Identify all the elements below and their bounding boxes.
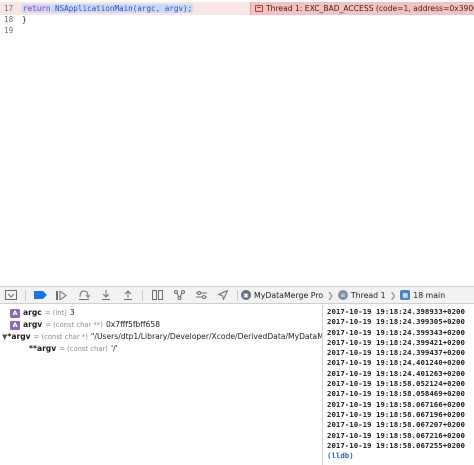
- variable-type: = (const char *): [33, 333, 88, 341]
- breadcrumb-thread[interactable]: Thread 1: [351, 291, 386, 300]
- console-line: 2017-10-19 19:18:58.058469+0200: [327, 389, 465, 399]
- chevron-right-icon: ❯: [327, 290, 334, 300]
- chevron-right-icon: ❯: [389, 290, 397, 300]
- step-over-button[interactable]: [73, 287, 95, 303]
- console-line: 2017-10-19 19:18:58.067255+0200: [327, 440, 465, 450]
- console-line: 2017-10-19 19:18:58.067166+0200: [327, 399, 465, 409]
- step-into-button[interactable]: [95, 287, 117, 303]
- console-line: 2017-10-19 19:18:24.398933+0200: [327, 307, 465, 316]
- environment-overrides-button[interactable]: [190, 287, 212, 303]
- breadcrumb: ▣ MyDataMerge Pro ❯ ≡ Thread 1 ❯ ▦ 18 ma…: [241, 287, 445, 303]
- console-line: 2017-10-19 19:18:24.399305+0200: [327, 317, 465, 327]
- simulate-location-button[interactable]: [212, 287, 234, 303]
- console-line: 2017-10-19 19:18:58.067216+0200: [327, 430, 465, 440]
- line-number: 19: [4, 26, 14, 35]
- breadcrumb-app[interactable]: MyDataMerge Pro: [254, 291, 323, 300]
- console-line: 2017-10-19 19:18:24.401263+0200: [327, 368, 465, 378]
- variable-row[interactable]: **argv = (const char) '/': [0, 343, 322, 355]
- console-line: 2017-10-19 19:18:58.052124+0200: [327, 379, 465, 389]
- hide-debug-area-icon: [5, 290, 17, 300]
- variable-row[interactable]: A argv = (const char **) 0x7fff5fbff658: [0, 319, 322, 331]
- console-line: 2017-10-19 19:18:24.401240+0200: [327, 358, 465, 368]
- console-line: 2017-10-19 19:18:24.399421+0200: [327, 337, 465, 347]
- keyword-return: return: [23, 4, 51, 13]
- divider: [25, 289, 26, 301]
- memory-graph-icon: [173, 290, 185, 300]
- step-into-icon: [102, 290, 110, 300]
- source-editor[interactable]: 17 return NSApplicationMain(argc, argv);…: [0, 0, 474, 283]
- console-line: 2017-10-19 19:18:58.067196+0200: [327, 409, 465, 419]
- variable-row[interactable]: ▼ *argv = (const char *) "/Users/dtp1/Li…: [0, 331, 323, 343]
- continue-icon: [56, 290, 67, 300]
- debug-view-hierarchy-button[interactable]: [146, 287, 168, 303]
- step-out-button[interactable]: [117, 287, 139, 303]
- sliders-icon: [195, 291, 207, 299]
- variable-value: "/Users/dtp1/Library/Developer/Xcode/Der…: [90, 332, 323, 341]
- breakpoints-toggle-button[interactable]: [29, 287, 51, 303]
- thread-icon: ≡: [337, 290, 348, 300]
- breadcrumb-frame[interactable]: 18 main: [413, 291, 445, 300]
- error-message: Thread 1: EXC_BAD_ACCESS (code=1, addres…: [266, 4, 474, 13]
- debug-toolbar: ▣ MyDataMerge Pro ❯ ≡ Thread 1 ❯ ▦ 18 ma…: [0, 286, 474, 304]
- variable-type: = (const char): [59, 345, 108, 353]
- view-hierarchy-icon: [151, 290, 163, 300]
- variable-value: 3: [69, 308, 75, 317]
- step-out-icon: [124, 290, 132, 300]
- variable-value: '/': [110, 344, 118, 353]
- app-icon: ▣: [241, 290, 251, 300]
- console-output[interactable]: 2017-10-19 19:18:24.398933+0200 2017-10-…: [324, 305, 474, 465]
- step-over-icon: [79, 290, 90, 300]
- console-line: 2017-10-19 19:18:58.067207+0200: [327, 420, 465, 430]
- argument-badge-icon: A: [10, 320, 20, 330]
- variable-name: *argv: [7, 332, 31, 341]
- argument-badge-icon: A: [10, 308, 20, 318]
- console-line: 2017-10-19 19:18:24.399343+0200: [327, 327, 465, 337]
- variable-name: argc: [23, 308, 42, 317]
- variable-name: **argv: [29, 344, 57, 353]
- continue-button[interactable]: [51, 287, 73, 303]
- variable-value: 0x7fff5fbff658: [105, 320, 161, 329]
- error-icon: [255, 5, 263, 12]
- stack-frame-icon: ▦: [400, 290, 411, 300]
- divider: [237, 289, 238, 301]
- variable-type: = (int): [44, 309, 67, 317]
- hide-debug-area-button[interactable]: [0, 287, 22, 303]
- code-line-19[interactable]: 19: [0, 24, 474, 37]
- breakpoint-icon: [33, 291, 47, 299]
- location-arrow-icon: [218, 290, 228, 300]
- variable-row[interactable]: A argc = (int) 3: [0, 307, 322, 319]
- variable-name: argv: [23, 320, 43, 329]
- lldb-prompt[interactable]: (lldb): [327, 451, 474, 461]
- variables-view[interactable]: A argc = (int) 3 A argv = (const char **…: [0, 305, 323, 465]
- memory-graph-button[interactable]: [168, 287, 190, 303]
- divider: [142, 289, 143, 301]
- function-call: NSApplicationMain(argc, argv);: [55, 4, 193, 13]
- console-line: 2017-10-19 19:18:24.399437+0200: [327, 348, 465, 358]
- variable-type: = (const char **): [45, 321, 103, 329]
